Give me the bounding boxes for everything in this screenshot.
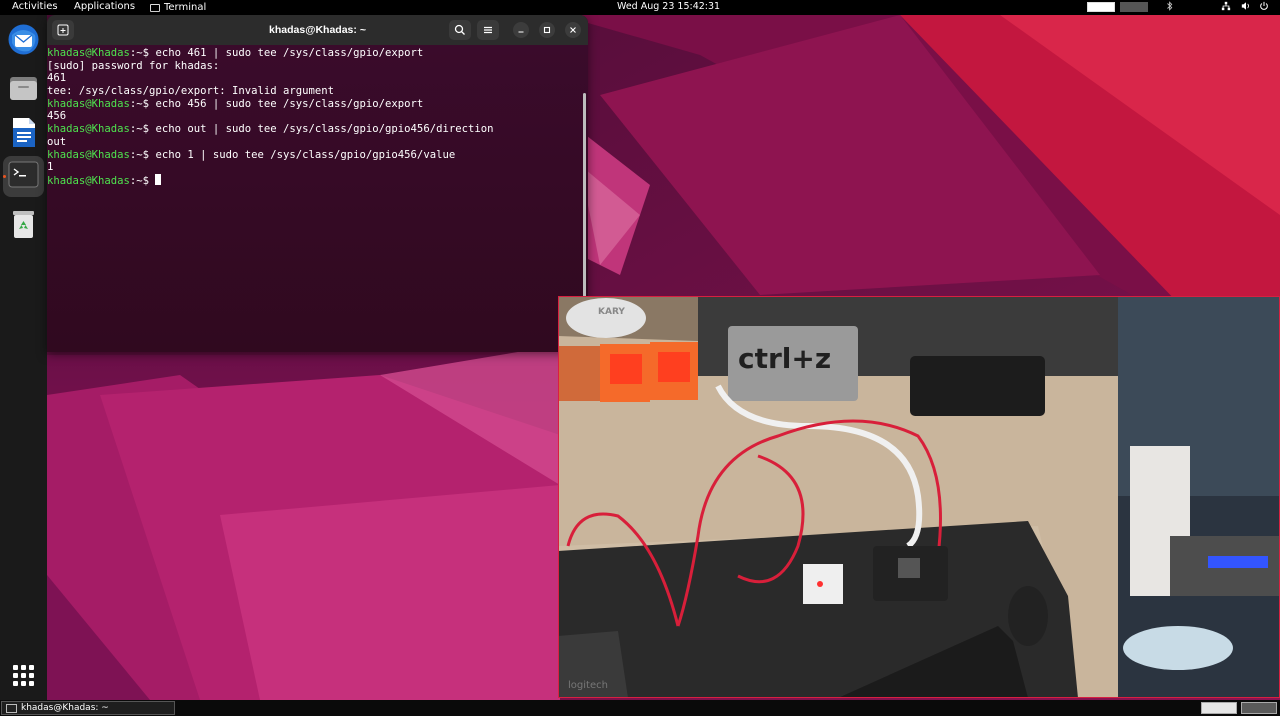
command-text: echo 461 | sudo tee /sys/class/gpio/expo…: [149, 47, 424, 59]
minimize-icon: [518, 31, 524, 33]
ctrl-z-label: ctrl+z: [738, 342, 831, 375]
menu-button[interactable]: [477, 20, 499, 40]
terminal-line: khadas@Khadas:~$: [47, 173, 588, 187]
prompt-path: :~$: [129, 174, 150, 187]
window-title: khadas@Khadas: ~: [269, 24, 366, 36]
app-menu-terminal[interactable]: Terminal: [150, 0, 206, 15]
terminal-line: 1: [47, 161, 54, 174]
terminal-output[interactable]: khadas@Khadas:~$ echo 461 | sudo tee /sy…: [47, 45, 588, 352]
show-apps-icon[interactable]: [7, 659, 40, 692]
system-monitor-indicator[interactable]: [1120, 2, 1148, 12]
volume-icon[interactable]: [1240, 1, 1252, 11]
mouse-brand-label: KARY: [598, 307, 625, 317]
workspace-1[interactable]: [1201, 702, 1237, 714]
top-bar: Activities Applications Terminal Wed Aug…: [0, 0, 1280, 15]
close-icon: [570, 27, 576, 33]
dock: [0, 15, 47, 700]
taskbar-window-label: khadas@Khadas: ~: [21, 703, 109, 713]
files-icon[interactable]: [7, 71, 40, 104]
terminal-line: tee: /sys/class/gpio/export: Invalid arg…: [47, 85, 335, 98]
workspace-2[interactable]: [1241, 702, 1277, 714]
terminal-line: [sudo] password for khadas:: [47, 59, 220, 72]
command-text: echo out | sudo tee /sys/class/gpio/gpio…: [149, 123, 494, 136]
terminal-icon[interactable]: [7, 158, 40, 191]
prompt-user: khadas@Khadas: [47, 148, 130, 161]
terminal-headerbar[interactable]: khadas@Khadas: ~: [47, 15, 588, 45]
clock[interactable]: Wed Aug 23 15:42:31: [617, 0, 720, 15]
mousepad-brand-label: logitech: [568, 680, 608, 691]
prompt-path: :~$: [129, 47, 150, 59]
terminal-small-icon: [6, 703, 17, 713]
terminal-line: khadas@Khadas:~$ echo out | sudo tee /sy…: [47, 123, 588, 136]
network-icon[interactable]: [1220, 1, 1232, 11]
command-text: echo 456 | sudo tee /sys/class/gpio/expo…: [149, 97, 424, 110]
maximize-button[interactable]: [539, 22, 555, 38]
running-indicator: [3, 175, 6, 178]
bluetooth-icon[interactable]: [1166, 1, 1174, 11]
terminal-line: khadas@Khadas:~$ echo 1 | sudo tee /sys/…: [47, 149, 588, 162]
prompt-user: khadas@Khadas: [47, 97, 130, 110]
taskbar-window-terminal[interactable]: khadas@Khadas: ~: [1, 701, 175, 715]
terminal-line: khadas@Khadas:~$ echo 456 | sudo tee /sy…: [47, 98, 588, 111]
hamburger-icon: [484, 26, 492, 34]
keyboard-layout-indicator[interactable]: [1087, 2, 1115, 12]
search-icon: [454, 24, 465, 35]
maximize-icon: [543, 26, 551, 34]
terminal-small-icon: [150, 3, 160, 12]
terminal-line: khadas@Khadas:~$ echo 461 | sudo tee /sy…: [47, 47, 588, 60]
activities-button[interactable]: Activities: [12, 0, 58, 15]
terminal-window[interactable]: khadas@Khadas: ~ khadas@Khadas:~$ echo 4…: [47, 15, 588, 352]
bottom-taskbar: khadas@Khadas: ~: [0, 700, 1280, 716]
terminal-line: out: [47, 135, 67, 148]
command-text: echo 1 | sudo tee /sys/class/gpio/gpio45…: [149, 148, 456, 161]
terminal-line: 461: [47, 72, 67, 85]
applications-menu[interactable]: Applications: [74, 0, 135, 15]
terminal-line: 456: [47, 110, 67, 123]
search-button[interactable]: [449, 20, 471, 40]
close-button[interactable]: [565, 22, 581, 38]
thunderbird-icon[interactable]: [7, 23, 40, 56]
camera-scene: ctrl+z logitech KARY: [558, 296, 1280, 698]
app-menu-label: Terminal: [164, 2, 207, 13]
text-cursor: [155, 173, 162, 185]
minimize-button[interactable]: [513, 22, 529, 38]
camera-feed[interactable]: ctrl+z logitech KARY: [558, 296, 1280, 698]
power-icon[interactable]: [1258, 1, 1270, 11]
prompt-user: khadas@Khadas: [47, 174, 130, 187]
prompt-path: :~$: [129, 148, 150, 161]
prompt-user: khadas@Khadas: [47, 47, 130, 59]
prompt-path: :~$: [129, 123, 150, 136]
writer-icon[interactable]: [7, 116, 40, 149]
trash-icon[interactable]: [7, 207, 40, 240]
prompt-path: :~$: [129, 97, 150, 110]
prompt-user: khadas@Khadas: [47, 123, 130, 136]
